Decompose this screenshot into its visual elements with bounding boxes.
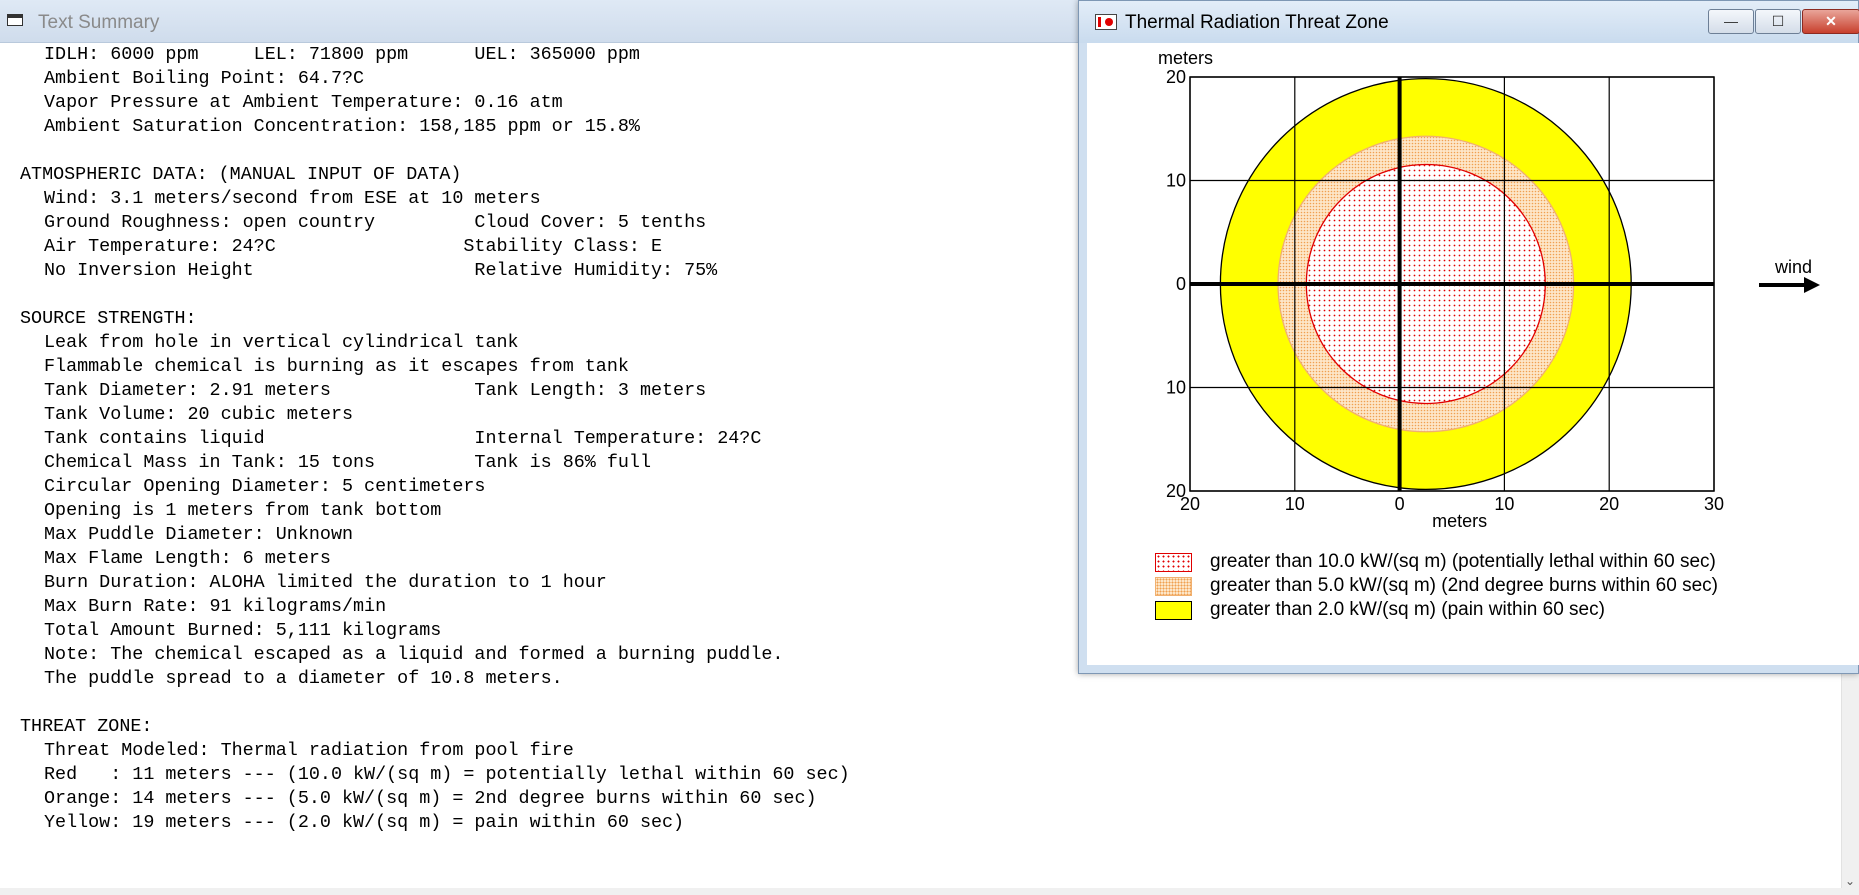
summary-line xyxy=(20,283,850,307)
summary-line: Note: The chemical escaped as a liquid a… xyxy=(44,644,784,665)
window-icon xyxy=(7,14,23,26)
wind-arrowhead-icon xyxy=(1804,277,1820,293)
summary-line: Max Flame Length: 6 meters xyxy=(44,548,331,569)
maximize-button[interactable]: ☐ xyxy=(1755,9,1801,34)
summary-line: Chemical Mass in Tank: 15 tons Tank is 8… xyxy=(44,452,651,473)
y-tick-label: 20 xyxy=(1166,67,1186,87)
x-tick-label: 10 xyxy=(1494,494,1514,514)
summary-line: Max Puddle Diameter: Unknown xyxy=(44,524,354,545)
summary-line: Wind: 3.1 meters/second from ESE at 10 m… xyxy=(44,188,541,209)
summary-line: Opening is 1 meters from tank bottom xyxy=(44,500,442,521)
x-tick-label: 30 xyxy=(1704,494,1724,514)
summary-line: IDLH: 6000 ppm LEL: 71800 ppm UEL: 36500… xyxy=(44,44,640,65)
summary-line: Flammable chemical is burning as it esca… xyxy=(44,356,629,377)
threat-zone-window: Thermal Radiation Threat Zone — ☐ ✕ 20 10… xyxy=(1078,0,1859,674)
summary-line: ATMOSPHERIC DATA: (MANUAL INPUT OF DATA) xyxy=(20,164,462,185)
x-tick-label: 20 xyxy=(1599,494,1619,514)
text-summary-title: Text Summary xyxy=(38,12,160,33)
summary-line: Tank contains liquid Internal Temperatur… xyxy=(44,428,762,449)
summary-line: Circular Opening Diameter: 5 centimeters xyxy=(44,476,486,497)
threat-zone-app-icon xyxy=(1095,14,1117,30)
scroll-down-arrow-icon[interactable]: ⌄ xyxy=(1844,875,1856,887)
summary-line: The puddle spread to a diameter of 10.8 … xyxy=(44,668,563,689)
x-tick-label: 0 xyxy=(1395,494,1405,514)
close-button[interactable]: ✕ xyxy=(1802,9,1859,34)
threat-zone-chart: 20 10 0 10 20 30201001020metersmeterswind xyxy=(1158,48,1820,531)
wind-label: wind xyxy=(1774,257,1812,277)
summary-line: No Inversion Height Relative Humidity: 7… xyxy=(44,260,718,281)
y-tick-label: 10 xyxy=(1166,171,1186,191)
legend-swatch-yellow xyxy=(1155,601,1192,620)
y-tick-label: 0 xyxy=(1176,274,1186,294)
summary-line: Yellow: 19 meters --- (2.0 kW/(sq m) = p… xyxy=(44,812,685,833)
summary-line: Tank Diameter: 2.91 meters Tank Length: … xyxy=(44,380,707,401)
x-axis-label: meters xyxy=(1432,511,1487,531)
threat-zone-title: Thermal Radiation Threat Zone xyxy=(1125,12,1389,33)
x-tick-label: 10 xyxy=(1285,494,1305,514)
legend-swatch-orange xyxy=(1155,577,1192,596)
summary-line: Leak from hole in vertical cylindrical t… xyxy=(44,332,519,353)
summary-line: Threat Modeled: Thermal radiation from p… xyxy=(44,740,574,761)
y-tick-label: 20 xyxy=(1166,481,1186,501)
legend-label-yellow: greater than 2.0 kW/(sq m) (pain within … xyxy=(1210,599,1605,620)
summary-line: Max Burn Rate: 91 kilograms/min xyxy=(44,596,387,617)
summary-line xyxy=(20,139,850,163)
threat-zone-plot-area: 20 10 0 10 20 30 20 10 0 10 20 meters meters wind gre… xyxy=(1087,43,1859,665)
legend-label-red: greater than 10.0 kW/(sq m) (potentially… xyxy=(1210,551,1716,572)
summary-line: Orange: 14 meters --- (5.0 kW/(sq m) = 2… xyxy=(44,788,817,809)
summary-line: Vapor Pressure at Ambient Temperature: 0… xyxy=(44,92,563,113)
summary-line: Burn Duration: ALOHA limited the duratio… xyxy=(44,572,607,593)
minimize-button[interactable]: — xyxy=(1708,9,1754,34)
summary-line: Ambient Saturation Concentration: 158,18… xyxy=(44,116,640,137)
y-tick-label: 10 xyxy=(1166,378,1186,398)
summary-text-block: IDLH: 6000 ppm LEL: 71800 ppm UEL: 36500… xyxy=(20,43,850,835)
summary-line: Tank Volume: 20 cubic meters xyxy=(44,404,354,425)
legend-swatch-red xyxy=(1155,553,1192,572)
summary-line: Ground Roughness: open country Cloud Cov… xyxy=(44,212,707,233)
summary-line: Red : 11 meters --- (10.0 kW/(sq m) = po… xyxy=(44,764,850,785)
y-axis-label: meters xyxy=(1158,48,1213,68)
summary-line: Air Temperature: 24?C Stability Class: E xyxy=(44,236,663,257)
summary-line: THREAT ZONE: xyxy=(20,716,153,737)
summary-line xyxy=(20,691,850,715)
summary-line: SOURCE STRENGTH: xyxy=(20,308,197,329)
bottom-border xyxy=(0,888,1842,895)
summary-line: Ambient Boiling Point: 64.7?C xyxy=(44,68,365,89)
threat-zone-titlebar[interactable]: Thermal Radiation Threat Zone — ☐ ✕ xyxy=(1079,1,1859,43)
summary-line: Total Amount Burned: 5,111 kilograms xyxy=(44,620,442,641)
legend-label-orange: greater than 5.0 kW/(sq m) (2nd degree b… xyxy=(1210,575,1718,596)
